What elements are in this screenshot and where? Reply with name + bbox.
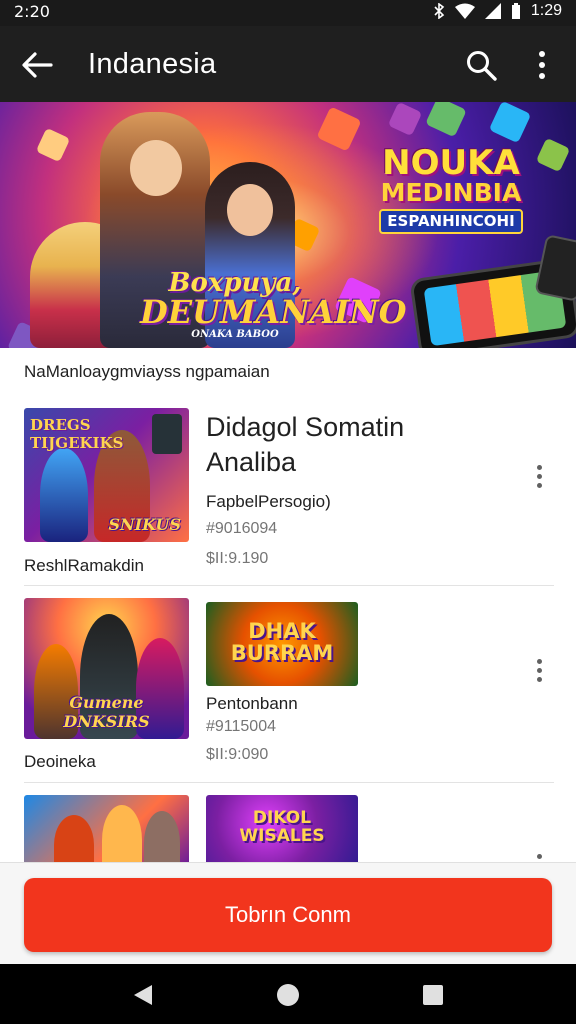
list-item[interactable]: DREGS TIJGEKIKS SNIKUS ReshlRamakdin Did… <box>0 396 576 586</box>
cellular-icon <box>484 3 501 19</box>
section-title: NaManloaygmviayss ngpamaian <box>24 362 270 381</box>
item-caption: Deoineka <box>24 752 96 771</box>
item-subtitle: FapbelPersogio) <box>206 492 331 511</box>
item-code: #9016094 <box>206 520 278 537</box>
search-icon[interactable] <box>464 48 498 82</box>
recents-square-icon[interactable] <box>422 984 444 1006</box>
wifi-icon <box>454 3 475 19</box>
game-thumbnail[interactable]: DREGS TIJGEKIKS SNIKUS <box>24 408 189 542</box>
status-time: 2:20 <box>14 2 50 21</box>
item-subtitle: Pentonbann <box>206 694 298 713</box>
phone-illustration <box>534 234 576 302</box>
item-price: $II:9.190 <box>206 550 269 567</box>
status-clock: 1:29 <box>530 2 562 19</box>
primary-cta-button[interactable]: Tobrın Conm <box>24 878 552 952</box>
banner-logo-left: Boxpuya, DEUMANAINO ONAKA BABOO <box>140 268 407 340</box>
list-item[interactable]: Gumene DNKSIRS DHAK BURRAM Deoineka Pent… <box>0 586 576 783</box>
back-triangle-icon[interactable] <box>132 984 154 1006</box>
system-nav-bar <box>0 964 576 1024</box>
item-caption: ReshlRamakdin <box>24 556 144 575</box>
promo-banner[interactable]: Boxpuya, DEUMANAINO ONAKA BABOO NOUKA ME… <box>0 102 576 348</box>
page-title: Indanesia <box>88 48 217 80</box>
item-code: #9115004 <box>206 718 276 735</box>
more-vert-icon[interactable] <box>533 656 545 690</box>
list-item[interactable]: DIKOL WISALES <box>0 783 576 862</box>
gem-decoration <box>488 102 532 144</box>
gem-decoration <box>35 127 71 163</box>
app-bar: Indanesia <box>0 26 576 102</box>
back-arrow-icon[interactable] <box>20 50 54 80</box>
more-vert-icon[interactable] <box>530 48 554 82</box>
home-circle-icon[interactable] <box>276 983 300 1007</box>
game-thumbnail[interactable]: Gumene DNKSIRS <box>24 598 189 739</box>
status-bar: 2:20 1:29 <box>0 0 576 26</box>
game-thumbnail[interactable]: DHAK BURRAM <box>206 602 358 686</box>
item-price: $II:9:090 <box>206 746 269 763</box>
game-thumbnail[interactable] <box>24 795 189 862</box>
bluetooth-icon <box>434 3 445 19</box>
item-name: Didagol Somatin Analiba <box>206 412 405 477</box>
more-vert-icon[interactable] <box>533 851 545 862</box>
gem-decoration <box>535 137 571 173</box>
battery-icon <box>511 3 520 19</box>
game-thumbnail[interactable]: DIKOL WISALES <box>206 795 358 862</box>
banner-logo-right: NOUKA MEDINBIA ESPANHINCOHI <box>366 146 536 234</box>
status-icons: 1:29 <box>433 2 562 20</box>
more-vert-icon[interactable] <box>533 462 545 496</box>
